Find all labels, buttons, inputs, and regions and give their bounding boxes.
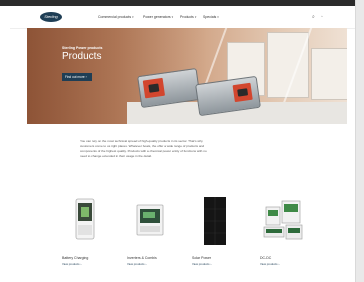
find-out-more-button[interactable]: Find out more ›	[62, 73, 92, 81]
category-card-inverters-combis[interactable]: Inverters & Combis View products›	[123, 187, 177, 273]
card-link-text: View products	[192, 262, 210, 266]
arrow-right-icon: ›	[278, 262, 280, 266]
battery-charger-product-image	[75, 198, 95, 240]
card-link-text: View products	[62, 262, 80, 266]
card-label: Battery Charging	[62, 256, 89, 260]
charger-display	[237, 88, 249, 97]
card-label: Solar Power	[192, 256, 212, 260]
card-link[interactable]: View products›	[127, 262, 146, 266]
dc-dc-product-image	[263, 200, 303, 240]
chevron-down-icon: ▾	[132, 15, 134, 19]
hero-banner: Sterling Power products Products Find ou…	[27, 28, 347, 124]
nav-item-specials[interactable]: Specials▾	[203, 15, 219, 19]
arrow-right-icon: ›	[80, 262, 82, 266]
button-label: Find out more	[65, 75, 85, 79]
card-link-text: View products	[127, 262, 145, 266]
inverter-product-image	[136, 204, 164, 236]
arrow-right-icon: ›	[210, 262, 212, 266]
page-title: Products	[62, 51, 102, 62]
card-link[interactable]: View products›	[260, 262, 279, 266]
category-card-battery-charging[interactable]: Battery Charging View products›	[58, 187, 112, 273]
nav-item-power-generators[interactable]: Power generators▾	[143, 15, 173, 19]
card-label: DC-DC	[260, 256, 272, 260]
card-link[interactable]: View products›	[192, 262, 211, 266]
nav-item-commercial[interactable]: Commercial products▾	[98, 15, 134, 19]
category-card-dc-dc[interactable]: DC-DC View products›	[256, 187, 310, 273]
card-label: Inverters & Combis	[127, 256, 157, 260]
intro-paragraph: You can rely on the most technical sprea…	[80, 139, 207, 158]
solar-panel-product-image	[204, 197, 226, 245]
logo[interactable]: Sterling	[40, 12, 62, 22]
charger-display	[148, 83, 160, 93]
chevron-down-icon: ▾	[194, 15, 197, 19]
nav-label: Products	[180, 15, 194, 19]
search-icon[interactable]: ⌕	[312, 14, 315, 20]
nav-label: Power generators	[143, 15, 171, 19]
nav-item-products[interactable]: Products▾	[180, 15, 196, 19]
arrow-right-icon: ›	[85, 75, 87, 79]
chevron-down-icon: ▾	[217, 15, 219, 19]
window-edge	[355, 0, 364, 282]
card-link[interactable]: View products›	[62, 262, 81, 266]
chevron-down-icon: ▾	[171, 15, 174, 19]
nav-label: Specials	[203, 15, 217, 19]
category-card-solar-power[interactable]: Solar Power View products›	[188, 187, 242, 273]
display-panel	[311, 48, 347, 100]
arrow-right-icon: ›	[145, 262, 147, 266]
nav-label: Commercial products	[98, 15, 132, 19]
card-link-text: View products	[260, 262, 278, 266]
site-header: Sterling Commercial products▾ Power gene…	[10, 6, 356, 29]
cart-icon[interactable]: ◦	[321, 14, 323, 20]
hero-eyebrow: Sterling Power products	[62, 46, 103, 50]
